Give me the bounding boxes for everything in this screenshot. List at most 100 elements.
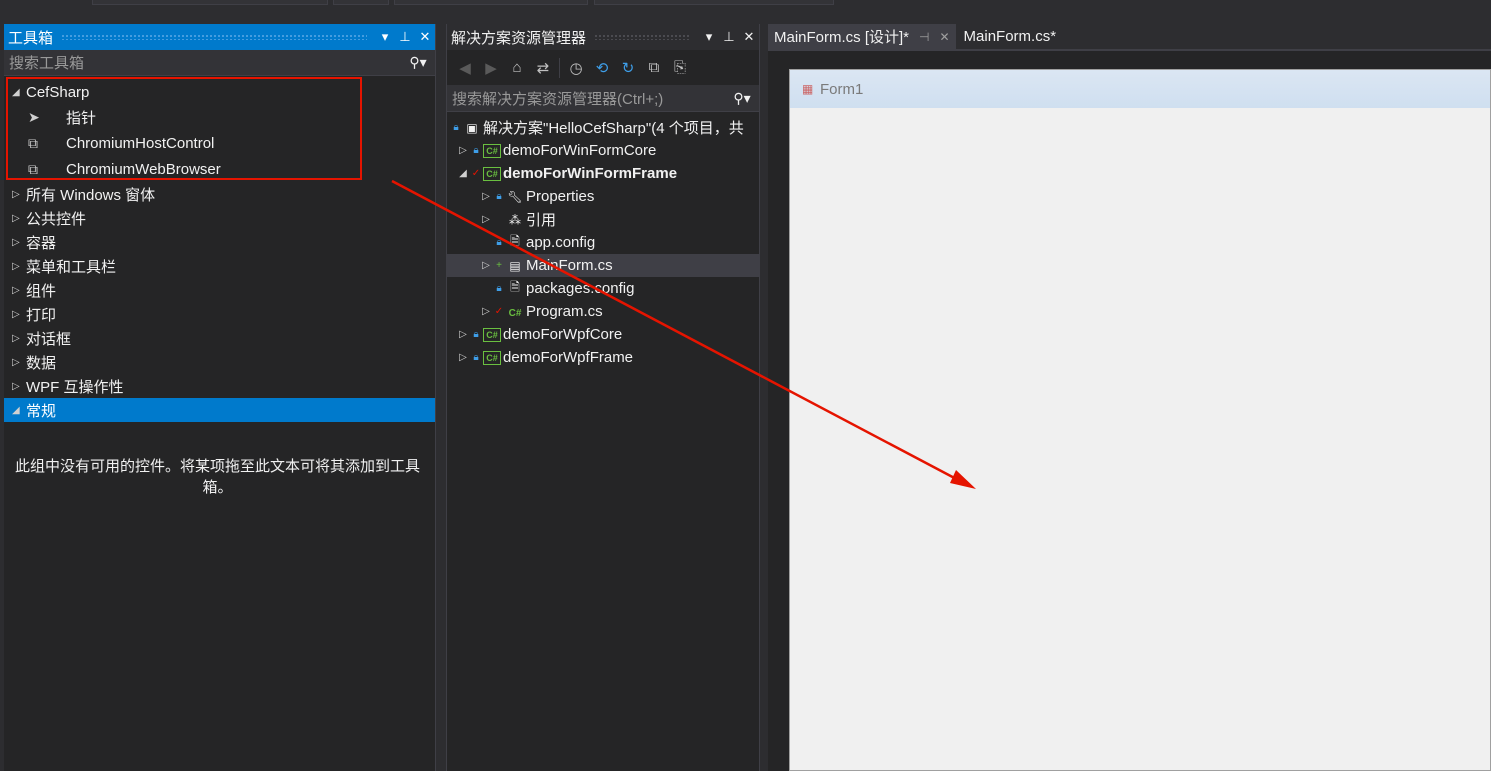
form1-client-area[interactable] — [796, 108, 1490, 770]
form-designer-surface[interactable]: ▦ Form1 — [768, 51, 1491, 771]
title-grip[interactable] — [594, 34, 691, 40]
solution-explorer-title-bar[interactable]: 解决方案资源管理器 ▾ ⊥ ✕ — [447, 24, 759, 50]
toolbox-item-chromiumhostcontrol[interactable]: ⧉ ChromiumHostControl — [4, 130, 435, 156]
csharp-project-icon: C# — [481, 143, 503, 158]
toolbox-group[interactable]: ▷ 打印 — [4, 302, 435, 326]
toolbox-item-pointer[interactable]: ➤ 指针 — [4, 104, 435, 130]
expand-arrow-icon[interactable]: ▷ — [478, 260, 494, 271]
expand-arrow-icon: ▷ — [12, 380, 20, 392]
tree-node-project-active[interactable]: ◢ ✓ C# demoForWinFormFrame — [447, 162, 759, 185]
search-placeholder: 搜索工具箱 — [9, 55, 85, 72]
node-label: demoForWinFormCore — [503, 142, 657, 159]
tree-node-project[interactable]: ▷ 🔒︎ C# demoForWinFormCore — [447, 139, 759, 162]
document-area: MainForm.cs [设计]* ⊣ ✕ MainForm.cs* ▦ For… — [768, 24, 1491, 771]
pin-icon[interactable]: ⊥ — [719, 29, 739, 45]
toolbox-group-cefsharp[interactable]: ◢ CefSharp — [4, 80, 435, 104]
expand-arrow-icon[interactable]: ▷ — [455, 329, 471, 340]
close-icon[interactable]: ✕ — [939, 30, 949, 44]
group-label: 常规 — [26, 402, 57, 420]
expand-arrow-icon: ▷ — [12, 284, 20, 296]
node-label: demoForWpfCore — [503, 326, 623, 343]
csharp-project-icon: C# — [481, 350, 503, 365]
pin-icon[interactable]: ⊥ — [395, 29, 415, 45]
form1-window[interactable]: ▦ Form1 — [789, 69, 1491, 771]
toolbox-title-bar[interactable]: 工具箱 ▾ ⊥ ✕ — [4, 24, 435, 50]
form1-title-bar[interactable]: ▦ Form1 — [790, 70, 1490, 108]
group-label: 公共控件 — [26, 210, 87, 228]
tree-node-references[interactable]: ▷ ⁂ 引用 — [447, 208, 759, 231]
node-label: packages.config — [526, 280, 635, 297]
toolbox-search-input[interactable]: 搜索工具箱 ⚲▾ — [4, 50, 435, 76]
switch-views-icon[interactable]: ⇄ — [533, 59, 553, 77]
lock-icon: 🔒︎ — [473, 352, 479, 363]
dropdown-icon[interactable]: ▾ — [699, 29, 719, 45]
component-icon: ⧉ — [28, 160, 38, 177]
toolbar-segment — [394, 0, 588, 5]
search-icon[interactable]: ⚲▾ — [401, 54, 435, 71]
tree-node-program[interactable]: ▷ ✓ C# Program.cs — [447, 300, 759, 323]
expand-arrow-icon: ▷ — [12, 356, 20, 368]
show-all-files-icon[interactable]: ⎘ — [670, 59, 690, 76]
collapse-arrow-icon[interactable]: ◢ — [455, 168, 471, 179]
toolbar-separator — [559, 57, 560, 78]
component-icon: ⧉ — [28, 134, 38, 151]
toolbox-group[interactable]: ▷ WPF 互操作性 — [4, 374, 435, 398]
tree-node-mainform[interactable]: ▷ + ▤ MainForm.cs — [447, 254, 759, 277]
toolbox-group[interactable]: ▷ 所有 Windows 窗体 — [4, 182, 435, 206]
lock-icon: 🔒︎ — [453, 122, 459, 133]
tab-mainform-code[interactable]: MainForm.cs* — [956, 24, 1063, 49]
tree-node-solution[interactable]: 🔒︎ ▣ 解决方案"HelloCefSharp"(4 个项目，共 — [447, 116, 759, 139]
home-icon[interactable]: ⌂ — [507, 59, 527, 76]
tree-node-project[interactable]: ▷ 🔒︎ C# demoForWpfCore — [447, 323, 759, 346]
toolbox-group-general[interactable]: ◢ 常规 — [4, 398, 435, 422]
toolbox-item-chromiumwebbrowser[interactable]: ⧉ ChromiumWebBrowser — [4, 156, 435, 182]
node-label: demoForWinFormFrame — [503, 165, 678, 182]
expand-arrow-icon[interactable]: ▷ — [478, 306, 494, 317]
toolbox-group[interactable]: ▷ 容器 — [4, 230, 435, 254]
group-label: 所有 Windows 窗体 — [26, 186, 156, 204]
csharp-file-icon: C# — [508, 307, 522, 319]
tab-label: MainForm.cs [设计]* — [774, 29, 910, 46]
back-icon[interactable]: ◀ — [455, 59, 475, 77]
toolbox-group[interactable]: ▷ 组件 — [4, 278, 435, 302]
tree-node-file[interactable]: 🔒︎ 🗎︎ app.config — [447, 231, 759, 254]
tree-node-properties[interactable]: ▷ 🔒︎ 🔧︎ Properties — [447, 185, 759, 208]
expand-arrow-icon[interactable]: ▷ — [455, 352, 471, 363]
expand-arrow-icon: ▷ — [12, 236, 20, 248]
toolbar-segment — [594, 0, 834, 5]
close-icon[interactable]: ✕ — [739, 29, 759, 45]
tree-node-project[interactable]: ▷ 🔒︎ C# demoForWpfFrame — [447, 346, 759, 369]
tree-node-file[interactable]: 🔒︎ 🗎︎ packages.config — [447, 277, 759, 300]
toolbox-group[interactable]: ▷ 数据 — [4, 350, 435, 374]
checked-out-icon: ✓ — [494, 306, 504, 317]
expand-arrow-icon[interactable]: ▷ — [455, 145, 471, 156]
toolbox-group[interactable]: ▷ 对话框 — [4, 326, 435, 350]
forward-icon[interactable]: ▶ — [481, 59, 501, 77]
pointer-icon: ➤ — [28, 108, 40, 125]
config-file-icon: 🗎︎ — [510, 234, 520, 248]
toolbox-title: 工具箱 — [8, 29, 54, 47]
tab-mainform-design[interactable]: MainForm.cs [设计]* ⊣ ✕ — [768, 24, 956, 49]
dropdown-icon[interactable]: ▾ — [375, 29, 395, 45]
node-label: 引用 — [526, 212, 557, 229]
title-grip[interactable] — [61, 34, 367, 40]
solution-explorer-panel: 解决方案资源管理器 ▾ ⊥ ✕ ◀ ▶ ⌂ ⇄ ◷ ⟲ ↻ ⧉ ⎘ 搜索解决方案… — [446, 24, 760, 771]
refresh-icon[interactable]: ↻ — [618, 59, 638, 77]
expand-arrow-icon[interactable]: ▷ — [478, 191, 494, 202]
solution-explorer-search-input[interactable]: 搜索解决方案资源管理器(Ctrl+;) ⚲▾ — [447, 86, 759, 112]
document-tabs: MainForm.cs [设计]* ⊣ ✕ MainForm.cs* — [768, 24, 1491, 49]
toolbox-group[interactable]: ▷ 菜单和工具栏 — [4, 254, 435, 278]
item-label: 指针 — [66, 109, 97, 127]
csharp-project-icon: C# — [481, 166, 503, 181]
toolbar-segment — [92, 0, 328, 5]
sync-icon[interactable]: ⟲ — [592, 59, 612, 77]
lock-icon: 🔒︎ — [496, 283, 502, 294]
pending-changes-icon[interactable]: ◷ — [566, 59, 586, 77]
collapse-all-icon[interactable]: ⧉ — [644, 59, 664, 76]
toolbox-group[interactable]: ▷ 公共控件 — [4, 206, 435, 230]
solution-tree: 🔒︎ ▣ 解决方案"HelloCefSharp"(4 个项目，共 ▷ 🔒︎ C#… — [447, 112, 759, 369]
expand-arrow-icon[interactable]: ▷ — [478, 214, 494, 225]
close-icon[interactable]: ✕ — [415, 29, 435, 45]
pin-icon[interactable]: ⊣ — [919, 30, 929, 44]
search-icon[interactable]: ⚲▾ — [725, 90, 759, 107]
